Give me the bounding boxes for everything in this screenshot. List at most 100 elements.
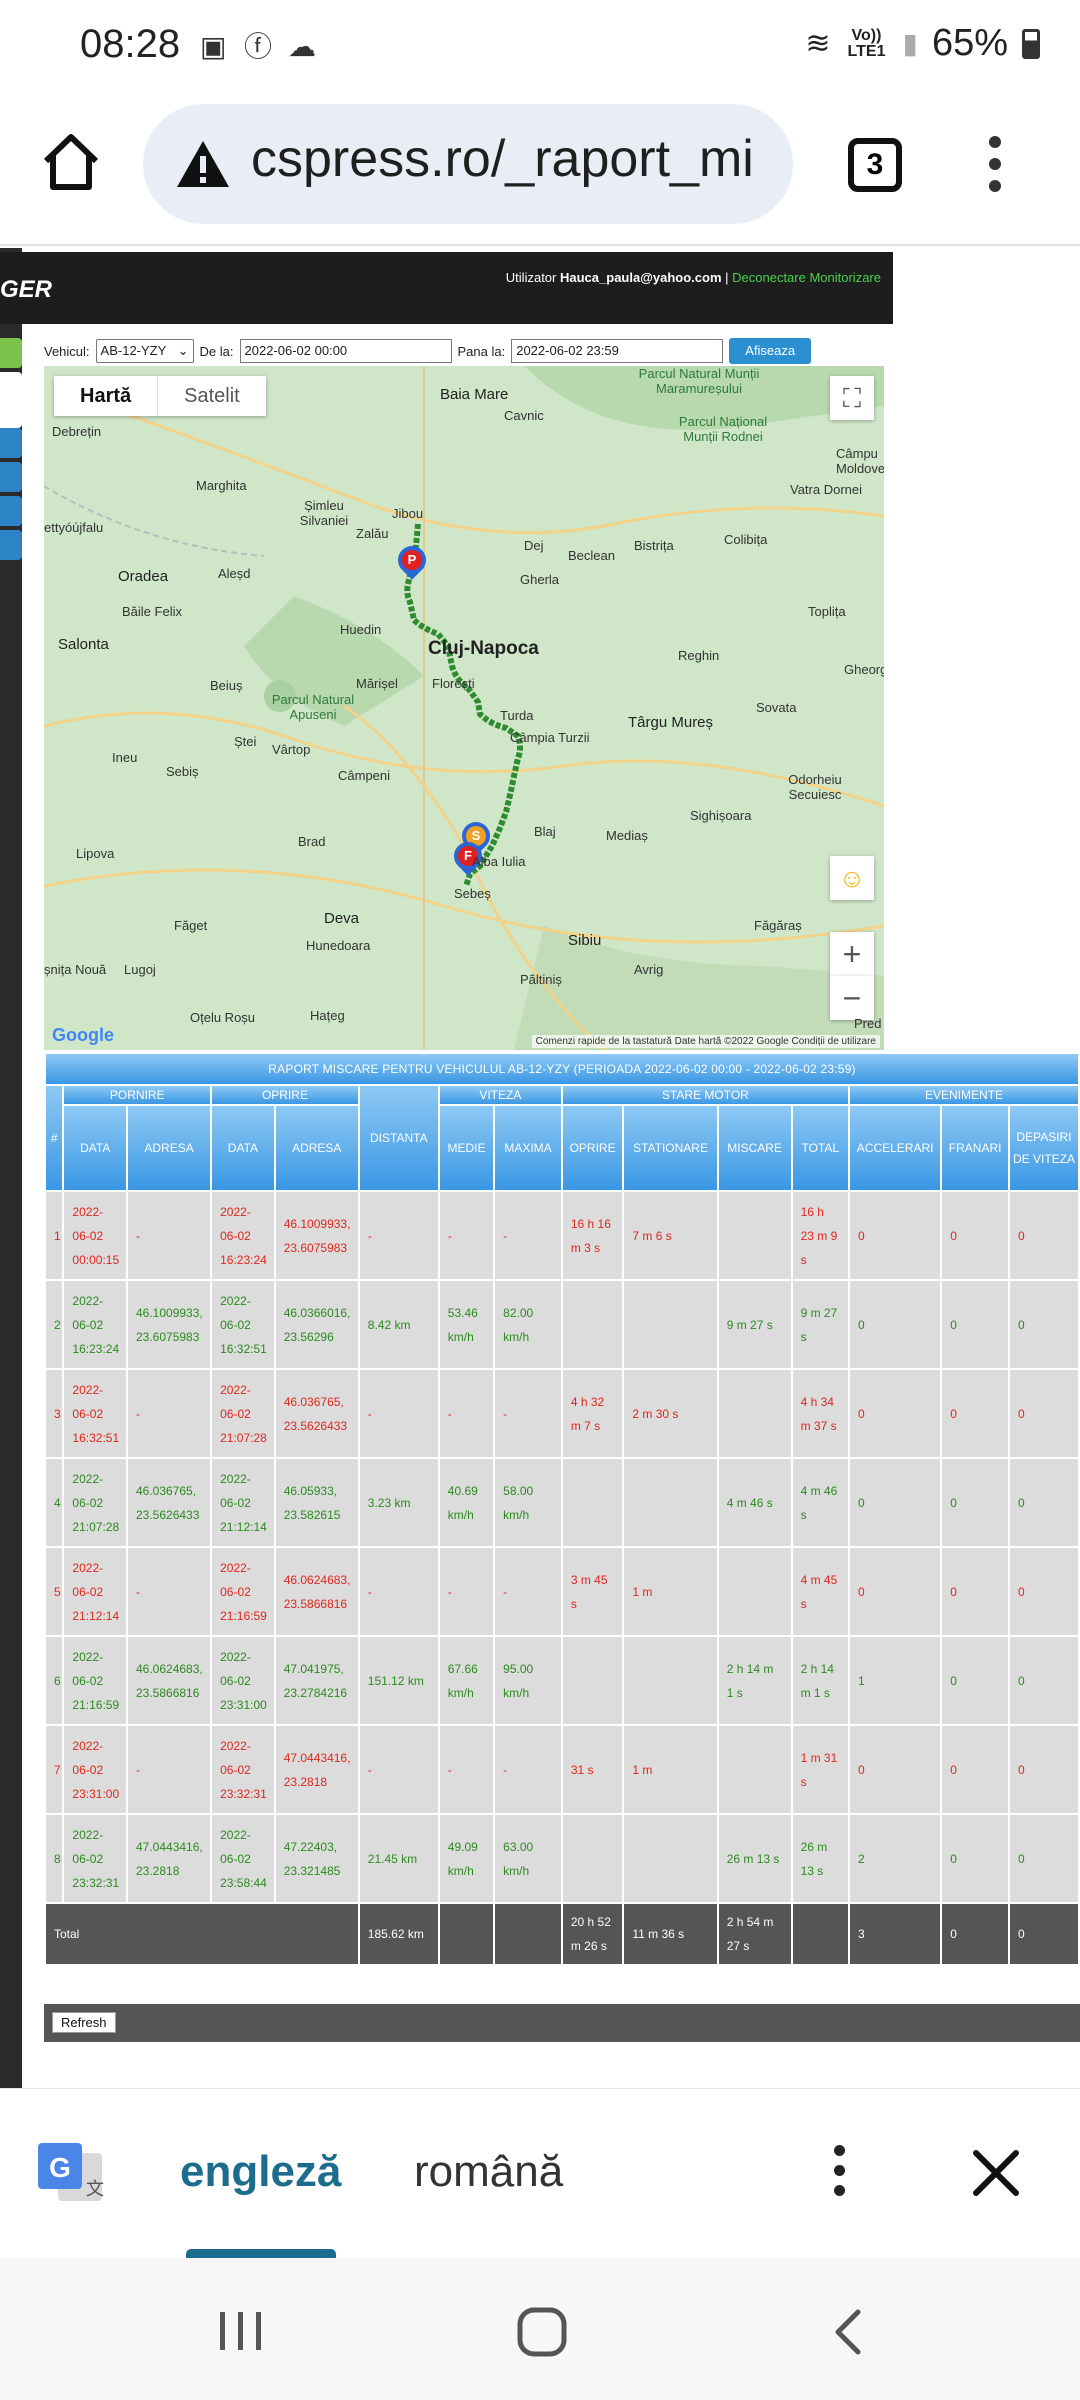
chevron-down-icon: ⌄ — [177, 343, 189, 358]
table-row: 6 2022-06-02 21:16:59 46.0624683, 23.586… — [46, 1637, 1078, 1724]
home-icon[interactable] — [40, 131, 102, 193]
cell-moving — [718, 1370, 791, 1457]
google-logo: Google — [52, 1025, 114, 1045]
cell-accel: 0 — [849, 1281, 941, 1368]
warning-icon[interactable] — [175, 138, 231, 190]
cell-moving — [718, 1726, 791, 1813]
table-row: 7 2022-06-02 23:31:00 - 2022-06-02 23:32… — [46, 1726, 1078, 1813]
map-label: Sighișoara — [690, 808, 752, 823]
cell-avg-speed: 40.69 km/h — [439, 1459, 494, 1546]
side-nav-item-4[interactable] — [0, 530, 22, 560]
side-nav-item-2[interactable] — [0, 462, 22, 492]
zoom-out-button[interactable]: − — [830, 976, 874, 1020]
cell-off: 4 h 32 m 7 s — [562, 1370, 623, 1457]
show-report-button[interactable]: Afiseaza — [729, 338, 812, 364]
report-title: RAPORT MISCARE PENTRU VEHICULUL AB-12-YZ… — [46, 1054, 1078, 1084]
url-text[interactable]: cspress.ro/_raport_mi — [251, 129, 781, 189]
group-stop: OPRIRE — [212, 1086, 358, 1104]
to-date-input[interactable]: 2022-06-02 23:59 — [511, 339, 724, 363]
side-nav-item-3[interactable] — [0, 496, 22, 526]
refresh-button[interactable]: Refresh — [52, 2012, 116, 2033]
side-nav-white[interactable] — [0, 372, 22, 428]
map-attribution[interactable]: Comenzi rapide de la tastatură Date hart… — [531, 1035, 880, 1048]
map-label: Beclean — [568, 548, 615, 563]
map-label: Aleșd — [218, 566, 251, 581]
cell-idle — [624, 1815, 717, 1902]
translate-menu-icon[interactable] — [832, 2145, 846, 2205]
map-type-map[interactable]: Hartă — [54, 376, 157, 416]
close-icon[interactable] — [968, 2145, 1024, 2201]
recents-icon[interactable] — [216, 2308, 266, 2354]
table-row: 3 2022-06-02 16:32:51 - 2022-06-02 21:07… — [46, 1370, 1078, 1457]
report-filter: Vehicul: AB-12-YZY ⌄ De la: 2022-06-02 0… — [44, 336, 812, 366]
cell-start-date: 2022-06-02 00:00:15 — [64, 1192, 126, 1279]
tab-switcher-button[interactable]: 3 — [848, 138, 902, 192]
cell-total: 16 h 23 m 9 s — [792, 1192, 848, 1279]
map-label: Odorheiu Secuiesc — [788, 772, 842, 802]
route-map[interactable]: Hartă Satelit ⛶ ☺ + − P S F Baia Mare Ca… — [44, 366, 884, 1050]
cell-accel: 0 — [849, 1192, 941, 1279]
map-label: Sebiș — [166, 764, 199, 779]
address-bar[interactable]: cspress.ro/_raport_mi — [143, 104, 793, 224]
side-nav-green[interactable] — [0, 338, 22, 368]
home-nav-icon[interactable] — [516, 2306, 568, 2358]
map-label: Parcul Natural Apuseni — [271, 692, 355, 722]
from-date-input[interactable]: 2022-06-02 00:00 — [239, 339, 452, 363]
cell-accel: 0 — [849, 1459, 941, 1546]
cell-number: 7 — [46, 1726, 63, 1813]
cell-stop-date: 2022-06-02 16:32:51 — [212, 1281, 274, 1368]
cell-avg-speed: 67.66 km/h — [439, 1637, 494, 1724]
side-nav-item-1[interactable] — [0, 428, 22, 458]
refresh-bar: Refresh — [44, 2004, 1080, 2042]
cell-start-date: 2022-06-02 21:16:59 — [64, 1637, 126, 1724]
svg-text:文: 文 — [86, 2179, 104, 2200]
pegman-icon[interactable]: ☺ — [830, 856, 874, 900]
cell-max-speed: - — [495, 1370, 561, 1457]
header-links[interactable]: Deconectare Monitorizare — [732, 270, 881, 285]
map-type-satellite[interactable]: Satelit — [157, 376, 266, 416]
cell-distance: - — [359, 1548, 438, 1635]
cell-accel: 1 — [849, 1637, 941, 1724]
group-start: PORNIRE — [64, 1086, 211, 1104]
cell-distance: 21.45 km — [359, 1815, 438, 1902]
cell-start-address: 46.0624683, 23.5866816 — [128, 1637, 211, 1724]
total-total — [792, 1904, 848, 1964]
browser-menu-icon[interactable] — [985, 136, 1005, 196]
map-label: Oradea — [118, 568, 169, 585]
col-stop-date: DATA — [212, 1106, 274, 1190]
map-label: Bistrița — [634, 538, 674, 553]
vehicle-select[interactable]: AB-12-YZY ⌄ — [95, 339, 194, 363]
status-bar: 08:28 ▣ ⓕ ☁ ≋ Vo)) LTE1 ▮ 65% — [0, 0, 1080, 96]
cell-overspeed: 0 — [1009, 1726, 1078, 1813]
map-label: ettyóújfalu — [44, 520, 104, 535]
marker-p-label: P — [402, 550, 422, 570]
group-speed: VITEZA — [439, 1086, 561, 1104]
cell-stop-address: 46.0624683, 23.5866816 — [275, 1548, 358, 1635]
cell-brake: 0 — [942, 1459, 1008, 1546]
cell-total: 9 m 27 s — [792, 1281, 848, 1368]
map-label: Salonta — [58, 636, 109, 653]
map-label: Turda — [500, 708, 534, 723]
source-language-tab[interactable]: română — [414, 2147, 563, 2197]
web-page: GER Utilizator Hauca_paula@yahoo.com | D… — [0, 248, 1080, 2088]
map-label: Pred — [854, 1016, 882, 1031]
zoom-in-button[interactable]: + — [830, 932, 874, 976]
cell-distance: 8.42 km — [359, 1281, 438, 1368]
cell-stop-date: 2022-06-02 23:58:44 — [212, 1815, 274, 1902]
cell-brake: 0 — [942, 1637, 1008, 1724]
total-moving: 2 h 54 m 27 s — [718, 1904, 791, 1964]
total-idle: 11 m 36 s — [624, 1904, 717, 1964]
target-language-tab[interactable]: engleză — [180, 2147, 341, 2197]
cell-stop-address: 46.1009933, 23.6075983 — [275, 1192, 358, 1279]
user-label: Utilizator — [505, 270, 557, 285]
marker-parking[interactable]: P — [392, 540, 432, 582]
cell-idle: 1 m — [624, 1726, 717, 1813]
back-icon[interactable] — [830, 2308, 864, 2356]
cell-distance: - — [359, 1192, 438, 1279]
col-accel: ACCELERARI — [849, 1106, 941, 1190]
cell-stop-address: 47.041975, 23.2784216 — [275, 1637, 358, 1724]
map-label: Beiuș — [210, 678, 243, 693]
fullscreen-icon[interactable]: ⛶ — [830, 376, 874, 420]
cell-distance: 151.12 km — [359, 1637, 438, 1724]
cell-avg-speed: 49.09 km/h — [439, 1815, 494, 1902]
